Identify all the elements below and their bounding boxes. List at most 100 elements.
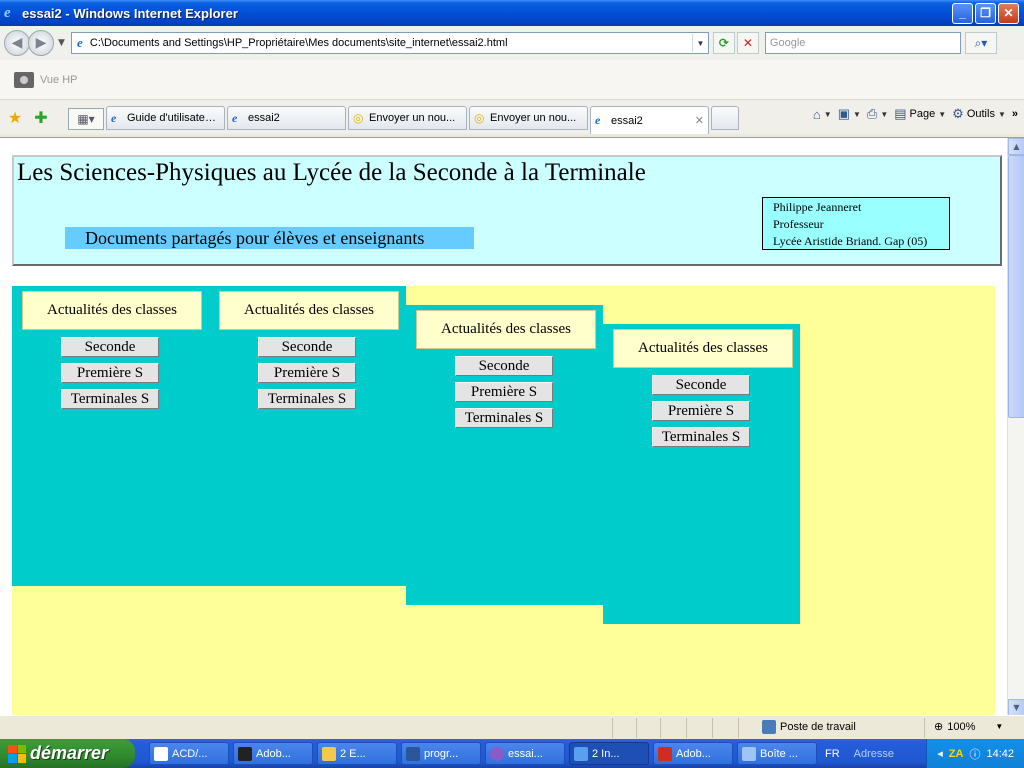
taskbar-item[interactable]: Adob... [233,742,313,765]
taskbar-item[interactable]: Adob... [653,742,733,765]
premiere-s-button[interactable]: Première S [258,363,356,383]
gear-icon: ⚙ [952,106,964,121]
search-input[interactable]: Google [764,32,961,54]
more-chevron-icon[interactable]: » [1012,108,1018,120]
taskbar-item-label: Adob... [256,747,291,760]
news-card[interactable]: Actualités des classes [219,291,399,330]
info-icon[interactable]: ⓘ [969,746,980,762]
site-header: Les Sciences-Physiques au Lycée de la Se… [12,155,1002,266]
seconde-button[interactable]: Seconde [61,337,159,357]
class-column: Actualités des classes Seconde Première … [12,286,209,586]
zonealarm-icon[interactable]: ZA [949,748,964,760]
print-icon: ⎙ [866,106,878,121]
page-viewport: Les Sciences-Physiques au Lycée de la Se… [0,137,1024,715]
search-button[interactable]: ⌕▾ [964,32,997,54]
ie-icon: e [232,110,238,125]
author-school: Lycée Aristide Briand. Gap (05) [773,234,928,248]
tab[interactable]: e essai2 [227,106,346,130]
language-indicator[interactable]: FR [825,748,840,760]
close-button[interactable]: ✕ [998,2,1019,24]
address-bar[interactable]: e C:\Documents and Settings\HP_Propriéta… [70,32,709,54]
tools-menu-label: Outils [966,108,995,120]
seconde-button[interactable]: Seconde [258,337,356,357]
vue-hp-link[interactable]: Vue HP [40,74,78,86]
status-bar: Poste de travail ⊕ 100% ▼ [0,715,1024,739]
new-tab-button[interactable] [711,106,739,130]
scroll-up-icon[interactable]: ▲ [1008,138,1024,155]
page-menu[interactable]: ▤ Page ▼ [894,106,946,122]
content-area: Actualités des classes Seconde Première … [12,286,995,715]
author-name: Philippe Jeanneret [773,200,862,214]
news-card[interactable]: Actualités des classes [22,291,202,330]
seconde-button[interactable]: Seconde [455,356,553,376]
news-card[interactable]: Actualités des classes [613,329,793,368]
zoom-control[interactable]: ⊕ 100% ▼ [934,720,1003,734]
window-title: essai2 - Windows Internet Explorer [22,5,238,21]
tab[interactable]: ◎ Envoyer un nou... [348,106,467,130]
print-button[interactable]: ⎙ ▼ [867,106,888,122]
zoom-icon: ⊕ [934,721,944,733]
tools-menu[interactable]: ⚙ Outils ▼ [952,106,1006,122]
page-icon: ▤ [894,106,907,121]
folder-icon [322,746,336,761]
taskbar-item[interactable]: 2 E... [317,742,397,765]
terminales-s-button[interactable]: Terminales S [61,389,159,409]
minimize-button[interactable]: _ [952,2,973,24]
ie-icon: e [111,110,117,125]
scroll-thumb[interactable] [1008,155,1024,418]
favorites-star-icon[interactable]: ★ [2,100,28,134]
taskbar-item-label: 2 In... [592,747,620,760]
start-button[interactable]: démarrer [0,739,135,768]
refresh-button[interactable]: ⟳ [712,32,735,54]
terminales-s-button[interactable]: Terminales S [652,427,750,447]
premiere-s-button[interactable]: Première S [455,382,553,402]
page-title: Les Sciences-Physiques au Lycée de la Se… [17,159,646,186]
taskbar-item[interactable]: Boîte ... [737,742,817,765]
taskbar: démarrer ACD/... Adob... 2 E... progr...… [0,739,1024,768]
word-icon [406,746,420,761]
premiere-s-button[interactable]: Première S [61,363,159,383]
app-icon [490,746,504,761]
taskbar-item[interactable]: essai... [485,742,565,765]
tab-active[interactable]: e essai2 ✕ [590,106,709,134]
home-button[interactable]: ⌂ ▼ [813,107,832,122]
scroll-down-icon[interactable]: ▼ [1008,699,1024,715]
tray-icon[interactable]: ◂ [937,747,943,760]
maximize-button[interactable]: ❐ [975,2,996,24]
tab-label: essai2 [248,112,280,124]
taskbar-item[interactable]: progr... [401,742,481,765]
seconde-button[interactable]: Seconde [652,375,750,395]
close-tab-icon[interactable]: ✕ [695,114,704,127]
premiere-s-button[interactable]: Première S [652,401,750,421]
forward-button[interactable]: ▶ [28,30,54,56]
stop-button[interactable]: ✕ [736,32,759,54]
taskbar-item-label: 2 E... [340,747,366,760]
address-dropdown-icon[interactable]: ▼ [691,34,708,52]
back-button[interactable]: ◀ [4,30,30,56]
quick-tabs-button[interactable]: ▦▾ [68,108,104,130]
acrobat-icon [658,746,672,761]
links-toolbar: Vue HP [0,60,1024,100]
mail-icon [742,746,756,761]
address-url[interactable]: C:\Documents and Settings\HP_Propriétair… [88,37,692,49]
vertical-scrollbar[interactable]: ▲ ▼ [1007,138,1024,715]
tab[interactable]: e Guide d'utilisateu... [106,106,225,130]
navigation-bar: ◀ ▶ ▼ e C:\Documents and Settings\HP_Pro… [0,26,1024,60]
taskbar-item[interactable]: ACD/... [149,742,229,765]
start-label: démarrer [30,743,109,763]
news-card[interactable]: Actualités des classes [416,310,596,349]
class-column: Actualités des classes Seconde Première … [603,324,800,624]
add-favorite-icon[interactable]: ✚ [28,100,54,134]
page-subtitle: Documents partagés pour élèves et enseig… [65,227,474,249]
terminales-s-button[interactable]: Terminales S [258,389,356,409]
taskbar-item-label: Adob... [676,747,711,760]
history-dropdown-icon[interactable]: ▼ [58,38,65,48]
tab-label: Envoyer un nou... [369,112,456,124]
address-toolbar-label[interactable]: Adresse [854,748,894,760]
tab[interactable]: ◎ Envoyer un nou... [469,106,588,130]
terminales-s-button[interactable]: Terminales S [455,408,553,428]
ie-icon [574,746,588,761]
security-zone[interactable]: Poste de travail [762,720,856,734]
taskbar-item-active[interactable]: 2 In... [569,742,649,765]
feeds-button[interactable]: ▣ ▼ [838,106,861,122]
